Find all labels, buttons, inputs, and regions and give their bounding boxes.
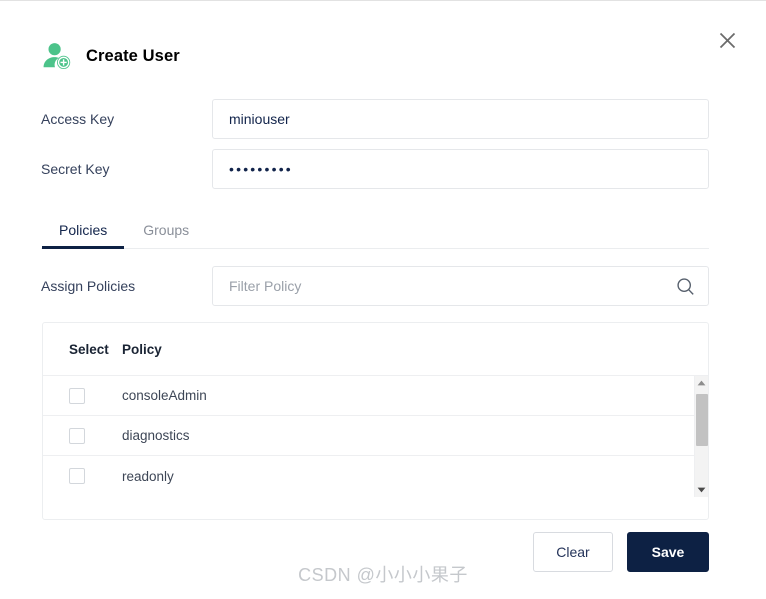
table-row[interactable]: diagnostics: [43, 416, 708, 456]
row-checkbox[interactable]: [69, 427, 85, 444]
assign-policies-row: Assign Policies: [41, 266, 709, 306]
table-header-row: Select Policy: [43, 323, 708, 375]
policies-table: Select Policy consoleAdmin diagnostics r…: [42, 322, 709, 520]
page-title: Create User: [86, 46, 180, 65]
tab-policies[interactable]: Policies: [41, 211, 125, 249]
row-select-cell: [69, 427, 122, 444]
access-key-input[interactable]: [212, 99, 709, 139]
row-policy-name: readonly: [122, 468, 174, 484]
clear-button[interactable]: Clear: [533, 532, 613, 572]
scrollbar-thumb[interactable]: [695, 394, 708, 446]
assign-policies-label: Assign Policies: [41, 278, 136, 294]
row-checkbox[interactable]: [69, 468, 85, 484]
tab-bar: Policies Groups: [41, 211, 709, 249]
policies-scrollbar[interactable]: [694, 376, 708, 497]
table-row[interactable]: readonly: [43, 456, 708, 496]
row-select-cell: [69, 468, 122, 484]
access-key-row: Access Key: [41, 99, 709, 139]
close-dialog-button[interactable]: [714, 27, 740, 53]
table-rows: consoleAdmin diagnostics readonly: [43, 376, 708, 496]
caret-down-icon[interactable]: [695, 483, 709, 497]
secret-key-input[interactable]: •••••••••: [212, 149, 709, 189]
table-row[interactable]: consoleAdmin: [43, 376, 708, 416]
access-key-label: Access Key: [41, 111, 115, 127]
tab-groups[interactable]: Groups: [125, 211, 207, 248]
secret-key-label: Secret Key: [41, 161, 110, 177]
user-add-icon: [41, 40, 73, 72]
filter-policy-wrap: [212, 266, 709, 306]
scrollbar-track[interactable]: [695, 390, 709, 483]
row-policy-name: consoleAdmin: [122, 388, 207, 403]
save-button[interactable]: Save: [627, 532, 709, 572]
filter-policy-input[interactable]: [212, 266, 709, 306]
caret-up-icon[interactable]: [695, 376, 709, 390]
close-icon: [718, 31, 737, 50]
column-header-policy: Policy: [122, 341, 162, 357]
table-body: consoleAdmin diagnostics readonly: [43, 375, 708, 497]
secret-key-row: Secret Key •••••••••: [41, 149, 709, 189]
create-user-dialog: Create User Access Key Secret Key ••••••…: [0, 0, 766, 599]
row-checkbox[interactable]: [69, 387, 85, 404]
dialog-footer: Clear Save: [533, 532, 709, 572]
dialog-header: Create User: [41, 40, 180, 72]
row-select-cell: [69, 387, 122, 404]
column-header-select: Select: [69, 341, 109, 357]
search-icon[interactable]: [675, 276, 695, 296]
row-policy-name: diagnostics: [122, 428, 190, 443]
